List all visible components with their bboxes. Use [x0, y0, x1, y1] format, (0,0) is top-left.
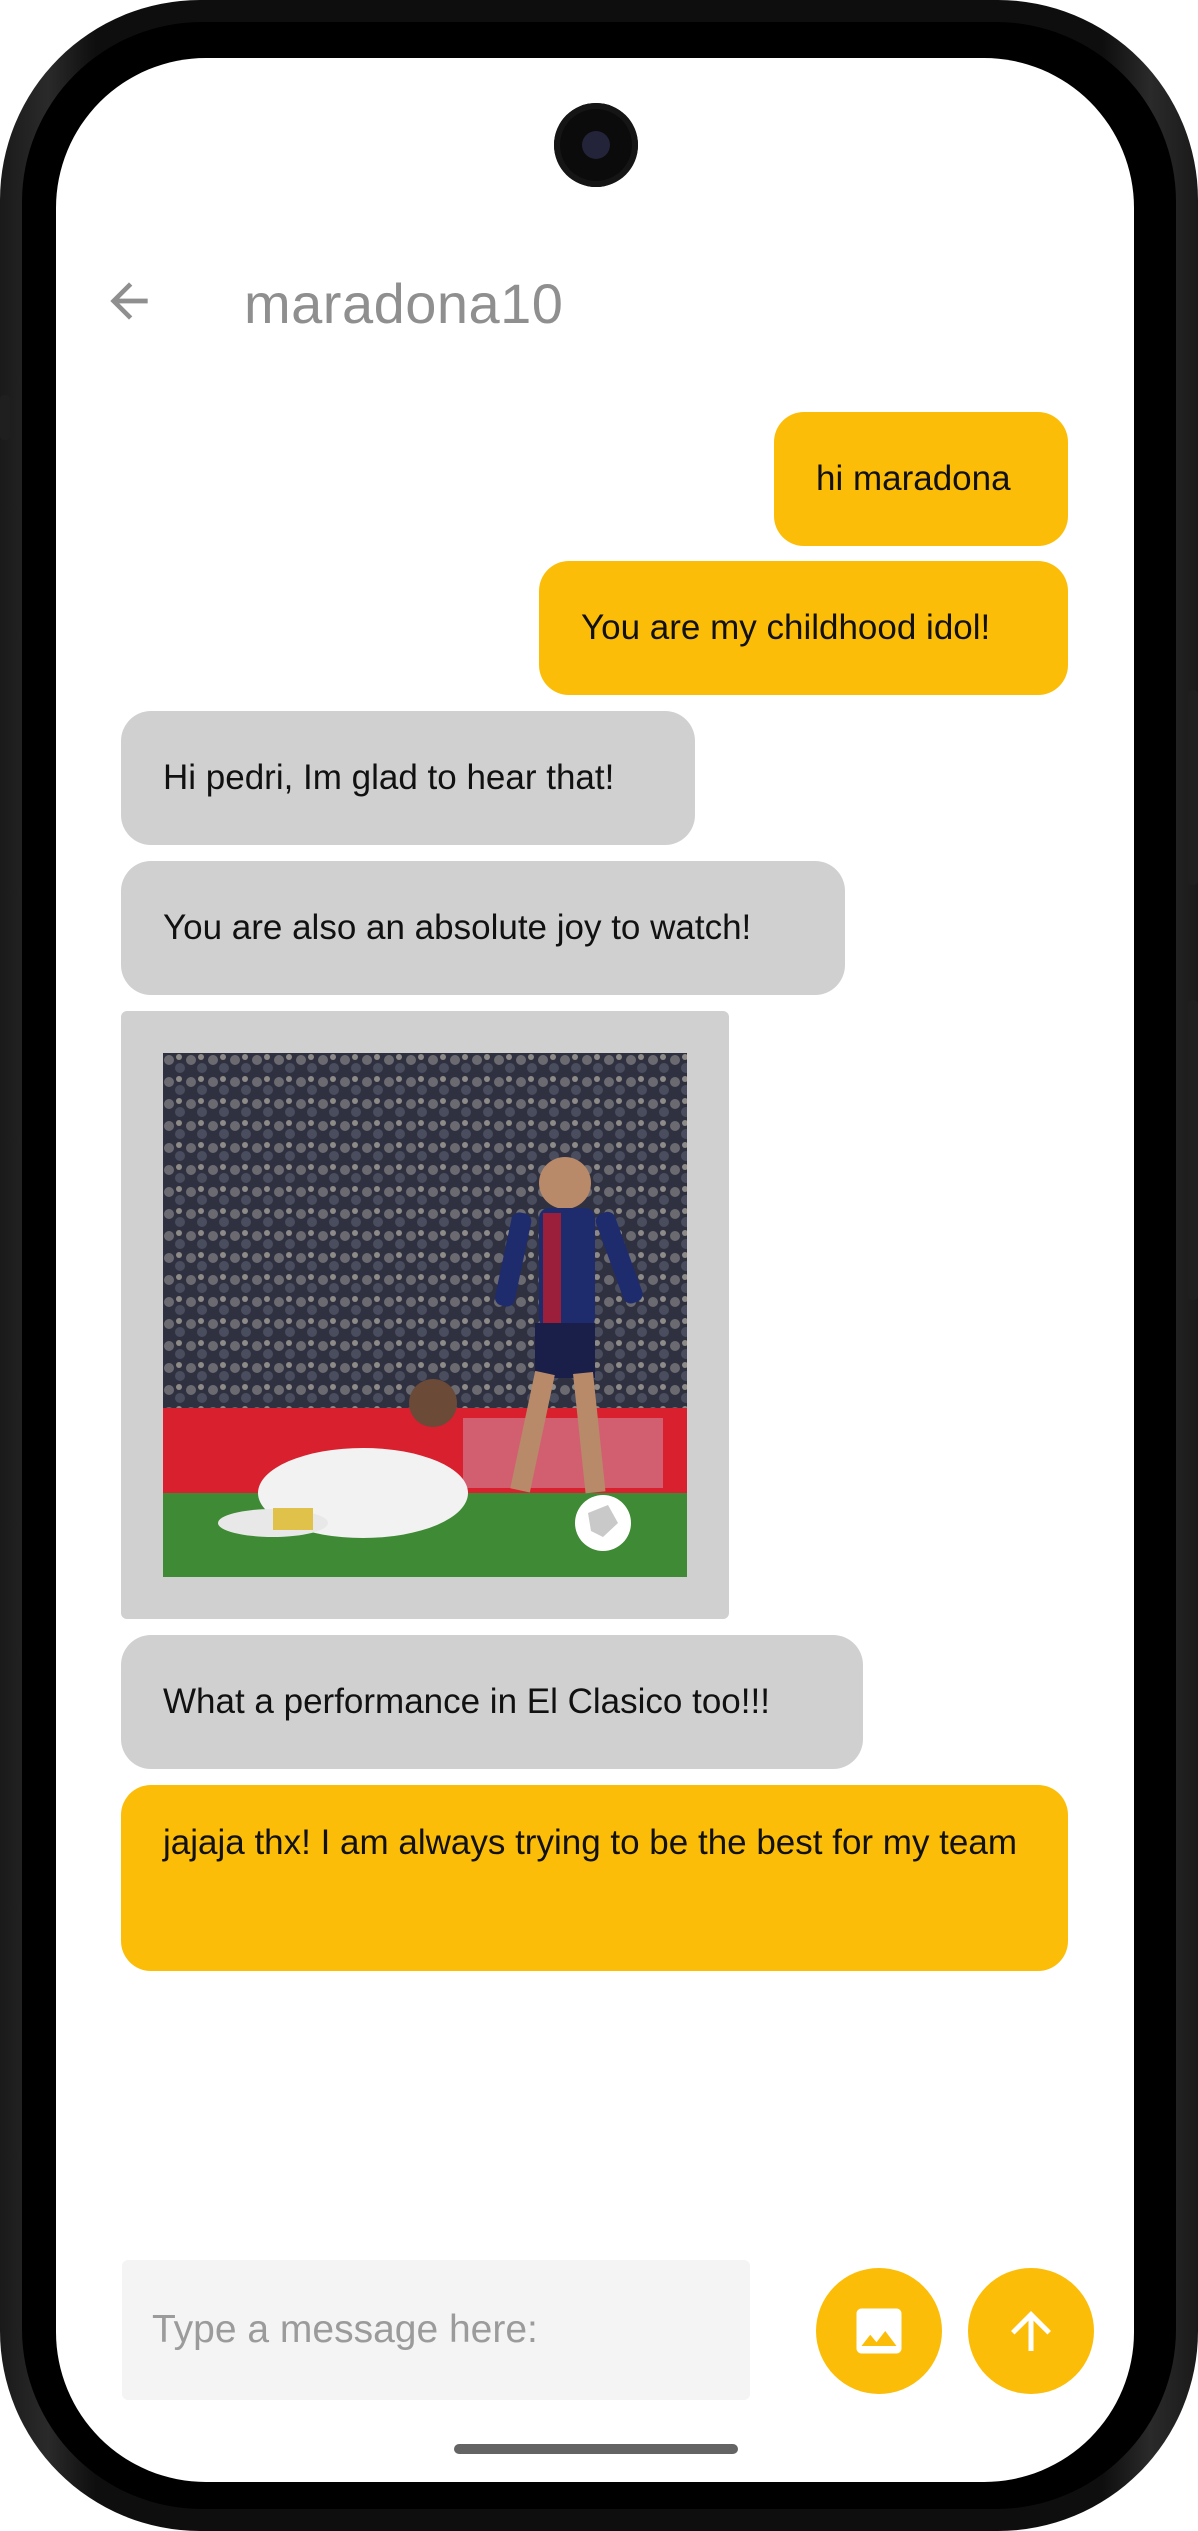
home-indicator[interactable]	[454, 2444, 738, 2454]
attach-image-button[interactable]	[816, 2268, 942, 2394]
phone-volume-button	[1188, 690, 1198, 885]
message-input[interactable]	[122, 2260, 750, 2400]
message-bubble-sent: You are my childhood idol!	[539, 561, 1068, 695]
phone-side-button	[0, 395, 10, 440]
arrow-up-icon	[1011, 2311, 1051, 2351]
send-button[interactable]	[968, 2268, 1094, 2394]
front-camera	[554, 103, 638, 187]
app-bar: maradona10	[56, 243, 1134, 353]
message-bubble-received: What a performance in El Clasico too!!!	[121, 1635, 863, 1769]
phone-frame: maradona10 hi maradona You are my childh…	[0, 0, 1198, 2531]
app-screen: maradona10 hi maradona You are my childh…	[56, 58, 1134, 2482]
phone-power-button	[1188, 1000, 1198, 1300]
arrow-left-icon[interactable]	[101, 273, 157, 329]
message-bubble-received: You are also an absolute joy to watch!	[121, 861, 845, 995]
message-bubble-received: Hi pedri, Im glad to hear that!	[121, 711, 695, 845]
chat-title: maradona10	[244, 272, 564, 335]
message-bubble-sent: hi maradona	[774, 412, 1068, 546]
image-icon	[856, 2308, 902, 2354]
football-match-photo	[163, 1053, 687, 1577]
message-bubble-sent: jajaja thx! I am always trying to be the…	[121, 1785, 1068, 1971]
message-image-received[interactable]	[121, 1011, 729, 1619]
